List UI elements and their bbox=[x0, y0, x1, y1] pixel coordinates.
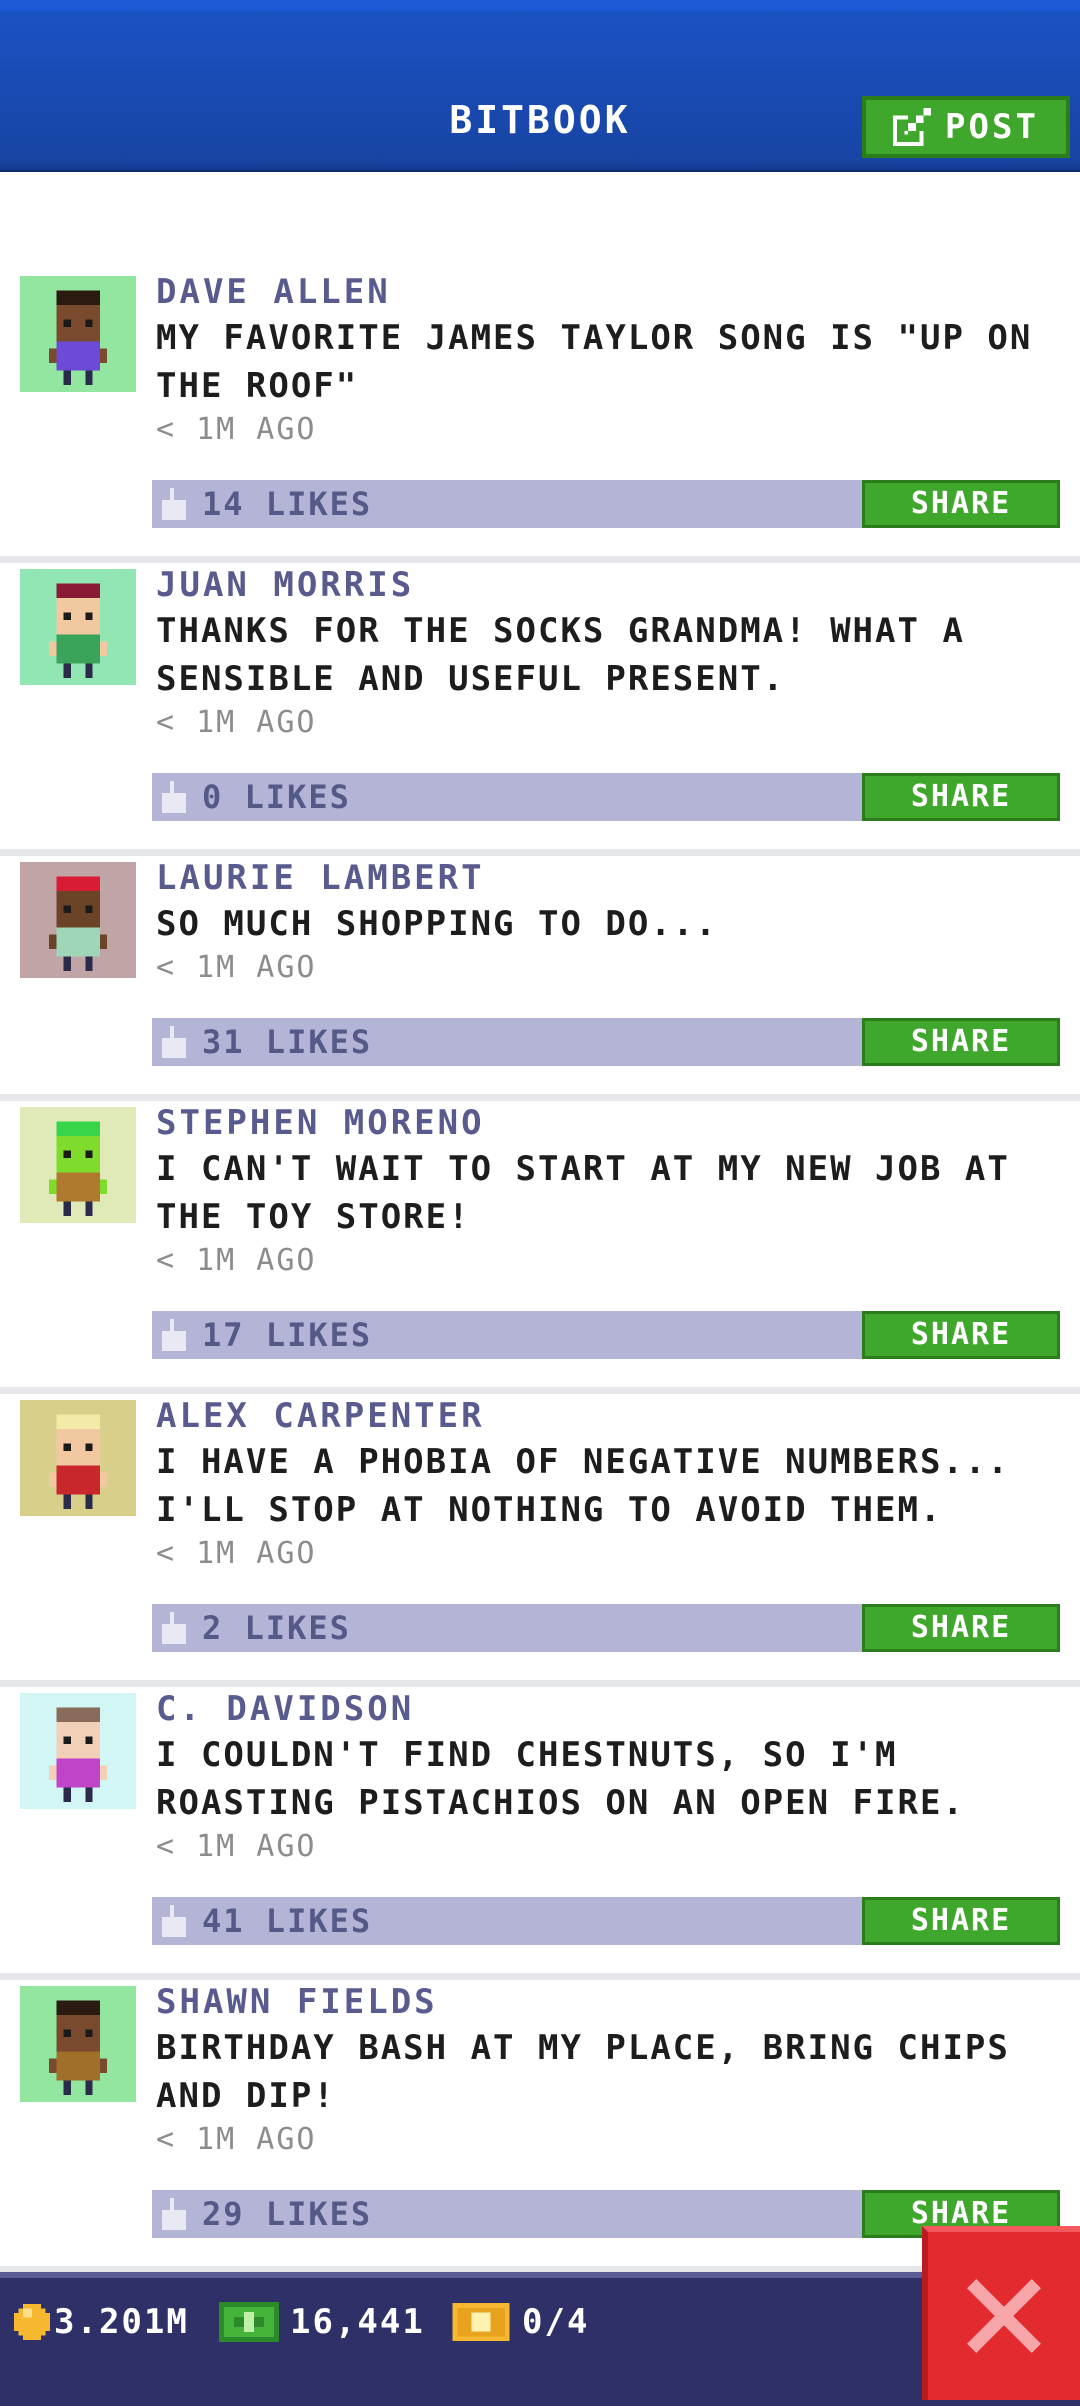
avatar[interactable] bbox=[20, 1986, 136, 2102]
avatar[interactable] bbox=[20, 569, 136, 685]
avatar-image bbox=[20, 569, 136, 685]
avatar-image bbox=[20, 1400, 136, 1516]
post-author[interactable]: DAVE ALLEN bbox=[156, 270, 391, 314]
post-author[interactable]: LAURIE LAMBERT bbox=[156, 856, 485, 900]
close-icon bbox=[967, 2279, 1041, 2353]
avatar-image bbox=[20, 276, 136, 392]
post-button[interactable]: POST bbox=[862, 96, 1070, 158]
thumbs-up-icon bbox=[162, 1612, 186, 1644]
post-author[interactable]: ALEX CARPENTER bbox=[156, 1394, 485, 1438]
thumbs-up-icon bbox=[162, 488, 186, 520]
bux-count: 16,441 bbox=[290, 2302, 425, 2342]
tickets-stat[interactable]: 0/4 bbox=[452, 2302, 589, 2342]
avatar[interactable] bbox=[20, 1693, 136, 1809]
thumbs-up-icon bbox=[162, 1319, 186, 1351]
share-button[interactable]: SHARE bbox=[862, 480, 1060, 528]
post-message: I HAVE A PHOBIA OF NEGATIVE NUMBERS... I… bbox=[156, 1442, 1010, 1530]
post-message: BIRTHDAY BASH AT MY PLACE, BRING CHIPS A… bbox=[156, 2028, 1010, 2116]
ticket-icon bbox=[452, 2303, 510, 2341]
edit-icon bbox=[893, 108, 932, 146]
feed-post: C. DAVIDSON I COULDN'T FIND CHESTNUTS, S… bbox=[0, 1687, 1080, 1980]
avatar[interactable] bbox=[20, 862, 136, 978]
post-time: < 1M AGO bbox=[156, 705, 317, 740]
post-message: I CAN'T WAIT TO START AT MY NEW JOB AT T… bbox=[156, 1149, 1010, 1237]
post-message: I COULDN'T FIND CHESTNUTS, SO I'M ROASTI… bbox=[156, 1735, 965, 1823]
close-button[interactable] bbox=[922, 2226, 1080, 2400]
feed-post: JUAN MORRIS THANKS FOR THE SOCKS GRANDMA… bbox=[0, 563, 1080, 856]
ticket-count: 0/4 bbox=[522, 2302, 590, 2342]
avatar[interactable] bbox=[20, 1107, 136, 1223]
like-bar[interactable]: 17 LIKES SHARE bbox=[152, 1311, 1060, 1359]
bux-icon bbox=[219, 2302, 279, 2342]
feed-post: SHAWN FIELDS BIRTHDAY BASH AT MY PLACE, … bbox=[0, 1980, 1080, 2273]
like-count: 2 LIKES bbox=[202, 1609, 351, 1647]
like-count: 14 LIKES bbox=[202, 485, 373, 523]
feed-post: LAURIE LAMBERT SO MUCH SHOPPING TO DO...… bbox=[0, 856, 1080, 1101]
post-message: THANKS FOR THE SOCKS GRANDMA! WHAT A SEN… bbox=[156, 611, 965, 699]
like-count: 31 LIKES bbox=[202, 1023, 373, 1061]
avatar[interactable] bbox=[20, 1400, 136, 1516]
thumbs-up-icon bbox=[162, 2198, 186, 2230]
feed-post: DAVE ALLEN MY FAVORITE JAMES TAYLOR SONG… bbox=[0, 270, 1080, 563]
thumbs-up-icon bbox=[162, 1026, 186, 1058]
share-button[interactable]: SHARE bbox=[862, 1311, 1060, 1359]
like-bar[interactable]: 14 LIKES SHARE bbox=[152, 480, 1060, 528]
coins-stat[interactable]: 3.201M bbox=[14, 2302, 189, 2342]
post-author[interactable]: STEPHEN MORENO bbox=[156, 1101, 485, 1145]
like-count: 17 LIKES bbox=[202, 1316, 373, 1354]
post-message: MY FAVORITE JAMES TAYLOR SONG IS "UP ON … bbox=[156, 318, 1033, 406]
like-bar[interactable]: 2 LIKES SHARE bbox=[152, 1604, 1060, 1652]
thumbs-up-icon bbox=[162, 1905, 186, 1937]
post-author[interactable]: C. DAVIDSON bbox=[156, 1687, 414, 1731]
like-bar[interactable]: 31 LIKES SHARE bbox=[152, 1018, 1060, 1066]
avatar[interactable] bbox=[20, 276, 136, 392]
avatar-image bbox=[20, 1693, 136, 1809]
share-button[interactable]: SHARE bbox=[862, 1018, 1060, 1066]
feed-post: ALEX CARPENTER I HAVE A PHOBIA OF NEGATI… bbox=[0, 1394, 1080, 1687]
avatar-image bbox=[20, 862, 136, 978]
like-bar[interactable]: 41 LIKES SHARE bbox=[152, 1897, 1060, 1945]
post-feed[interactable]: DAVE ALLEN MY FAVORITE JAMES TAYLOR SONG… bbox=[0, 270, 1080, 2273]
post-time: < 1M AGO bbox=[156, 412, 317, 447]
post-time: < 1M AGO bbox=[156, 1243, 317, 1278]
feed-post: STEPHEN MORENO I CAN'T WAIT TO START AT … bbox=[0, 1101, 1080, 1394]
share-button[interactable]: SHARE bbox=[862, 1897, 1060, 1945]
share-button[interactable]: SHARE bbox=[862, 773, 1060, 821]
post-message: SO MUCH SHOPPING TO DO... bbox=[156, 904, 718, 944]
post-author[interactable]: SHAWN FIELDS bbox=[156, 1980, 438, 2024]
post-author[interactable]: JUAN MORRIS bbox=[156, 563, 414, 607]
app-header: BITBOOK POST bbox=[0, 0, 1080, 172]
share-button[interactable]: SHARE bbox=[862, 1604, 1060, 1652]
status-bar: 3.201M 16,441 0/4 bbox=[0, 2272, 1080, 2406]
like-count: 0 LIKES bbox=[202, 778, 351, 816]
like-count: 41 LIKES bbox=[202, 1902, 373, 1940]
thumbs-up-icon bbox=[162, 781, 186, 813]
post-time: < 1M AGO bbox=[156, 1829, 317, 1864]
coin-icon bbox=[14, 2304, 50, 2340]
like-count: 29 LIKES bbox=[202, 2195, 373, 2233]
coin-count: 3.201M bbox=[54, 2302, 189, 2342]
like-bar[interactable]: 0 LIKES SHARE bbox=[152, 773, 1060, 821]
avatar-image bbox=[20, 1107, 136, 1223]
post-button-label: POST bbox=[945, 107, 1039, 147]
post-time: < 1M AGO bbox=[156, 1536, 317, 1571]
bux-stat[interactable]: 16,441 bbox=[218, 2302, 425, 2342]
avatar-image bbox=[20, 1986, 136, 2102]
post-time: < 1M AGO bbox=[156, 2122, 317, 2157]
post-time: < 1M AGO bbox=[156, 950, 317, 985]
